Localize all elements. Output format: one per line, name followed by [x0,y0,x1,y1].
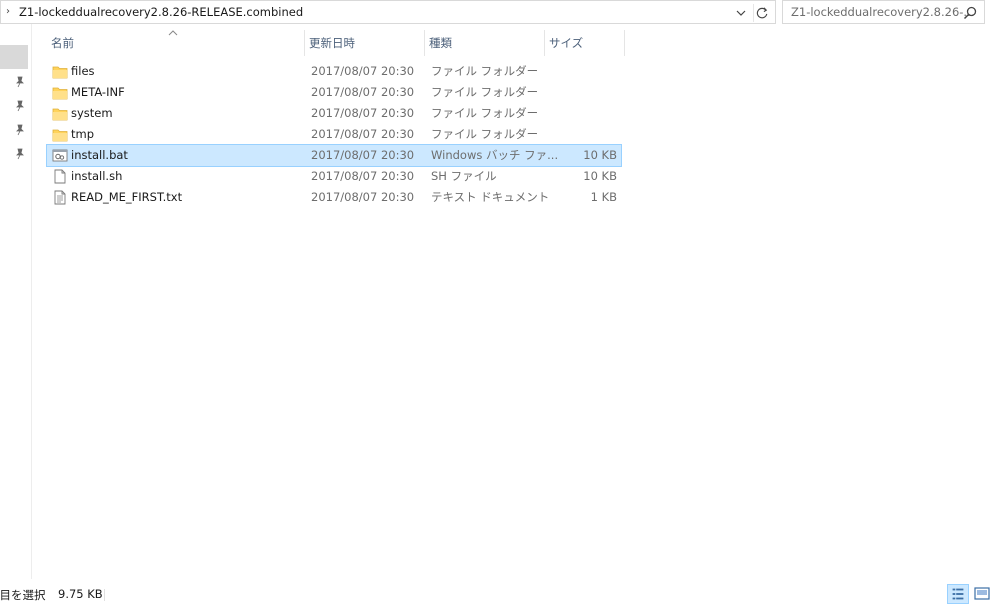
navigation-pane [0,24,32,579]
file-type: テキスト ドキュメント [431,190,550,204]
pin-icon[interactable] [15,148,25,160]
file-row[interactable]: install.bat 2017/08/07 20:30 Windows バッチ フ… [46,144,622,167]
file-type: ファイル フォルダー [431,106,539,120]
file-type: ファイル フォルダー [431,85,539,99]
file-name[interactable]: tmp [71,124,94,145]
text-file-icon [54,190,66,205]
status-selected-size: 9.75 KB [58,587,103,601]
status-selected-items: 項目を選択 [0,588,46,602]
file-name[interactable]: system [71,103,113,124]
column-header-name[interactable]: 名前 [47,30,305,56]
file-name[interactable]: install.sh [71,166,122,187]
file-row[interactable]: files 2017/08/07 20:30 ファイル フォルダー [47,61,621,82]
file-date: 2017/08/07 20:30 [311,190,415,204]
column-headers: 名前 更新日時 種類 サイズ [47,30,625,56]
status-bar: 項目を選択 9.75 KB [0,584,996,609]
file-date: 2017/08/07 20:30 [311,85,415,99]
file-date: 2017/08/07 20:30 [311,169,415,183]
file-row[interactable]: system 2017/08/07 20:30 ファイル フォルダー [47,103,621,124]
folder-icon [52,108,68,121]
file-name[interactable]: META-INF [71,82,125,103]
status-divider [104,589,105,601]
file-name[interactable]: READ_ME_FIRST.txt [71,187,182,208]
chevron-down-icon[interactable] [733,5,749,21]
search-input[interactable]: Z1-lockeddualrecovery2.8.26-... [791,5,974,19]
details-view-icon[interactable] [947,584,969,604]
refresh-icon[interactable] [753,4,771,22]
file-type: ファイル フォルダー [431,64,539,78]
file-size: 10 KB [583,148,617,162]
file-date: 2017/08/07 20:30 [311,148,415,162]
file-name[interactable]: files [71,61,95,82]
folder-icon [52,87,68,100]
folder-icon [52,129,68,142]
file-name[interactable]: install.bat [71,145,128,166]
address-bar[interactable]: › Z1-lockeddualrecovery2.8.26-RELEASE.co… [0,0,776,24]
file-list: files 2017/08/07 20:30 ファイル フォルダー META-INF 2… [46,61,622,208]
pin-icon[interactable] [15,100,25,112]
chevron-right-icon[interactable]: › [3,6,13,18]
file-row[interactable]: install.sh 2017/08/07 20:30 SH ファイル 10 KB [47,166,621,187]
pin-icon[interactable] [15,76,25,88]
large-icons-view-icon[interactable] [971,584,993,604]
file-row[interactable]: READ_ME_FIRST.txt 2017/08/07 20:30 テキスト ドキ… [47,187,621,208]
search-box[interactable]: Z1-lockeddualrecovery2.8.26-... [782,0,985,24]
file-row[interactable]: META-INF 2017/08/07 20:30 ファイル フォルダー [47,82,621,103]
address-path[interactable]: Z1-lockeddualrecovery2.8.26-RELEASE.comb… [19,5,303,19]
pin-icon[interactable] [15,124,25,136]
file-date: 2017/08/07 20:30 [311,64,415,78]
column-header-type[interactable]: 種類 [425,30,545,56]
batch-file-icon [52,149,68,162]
file-type: Windows バッチ ファ... [431,148,559,162]
nav-selected-item[interactable] [0,45,28,69]
file-icon [54,169,66,184]
file-type: ファイル フォルダー [431,127,539,141]
file-size: 10 KB [583,169,617,183]
column-header-date[interactable]: 更新日時 [305,30,425,56]
folder-icon [52,66,68,79]
search-icon[interactable] [962,5,978,21]
column-header-size[interactable]: サイズ [545,30,625,56]
file-size: 1 KB [590,190,617,204]
file-date: 2017/08/07 20:30 [311,127,415,141]
file-date: 2017/08/07 20:30 [311,106,415,120]
file-type: SH ファイル [431,169,497,183]
file-row[interactable]: tmp 2017/08/07 20:30 ファイル フォルダー [47,124,621,145]
